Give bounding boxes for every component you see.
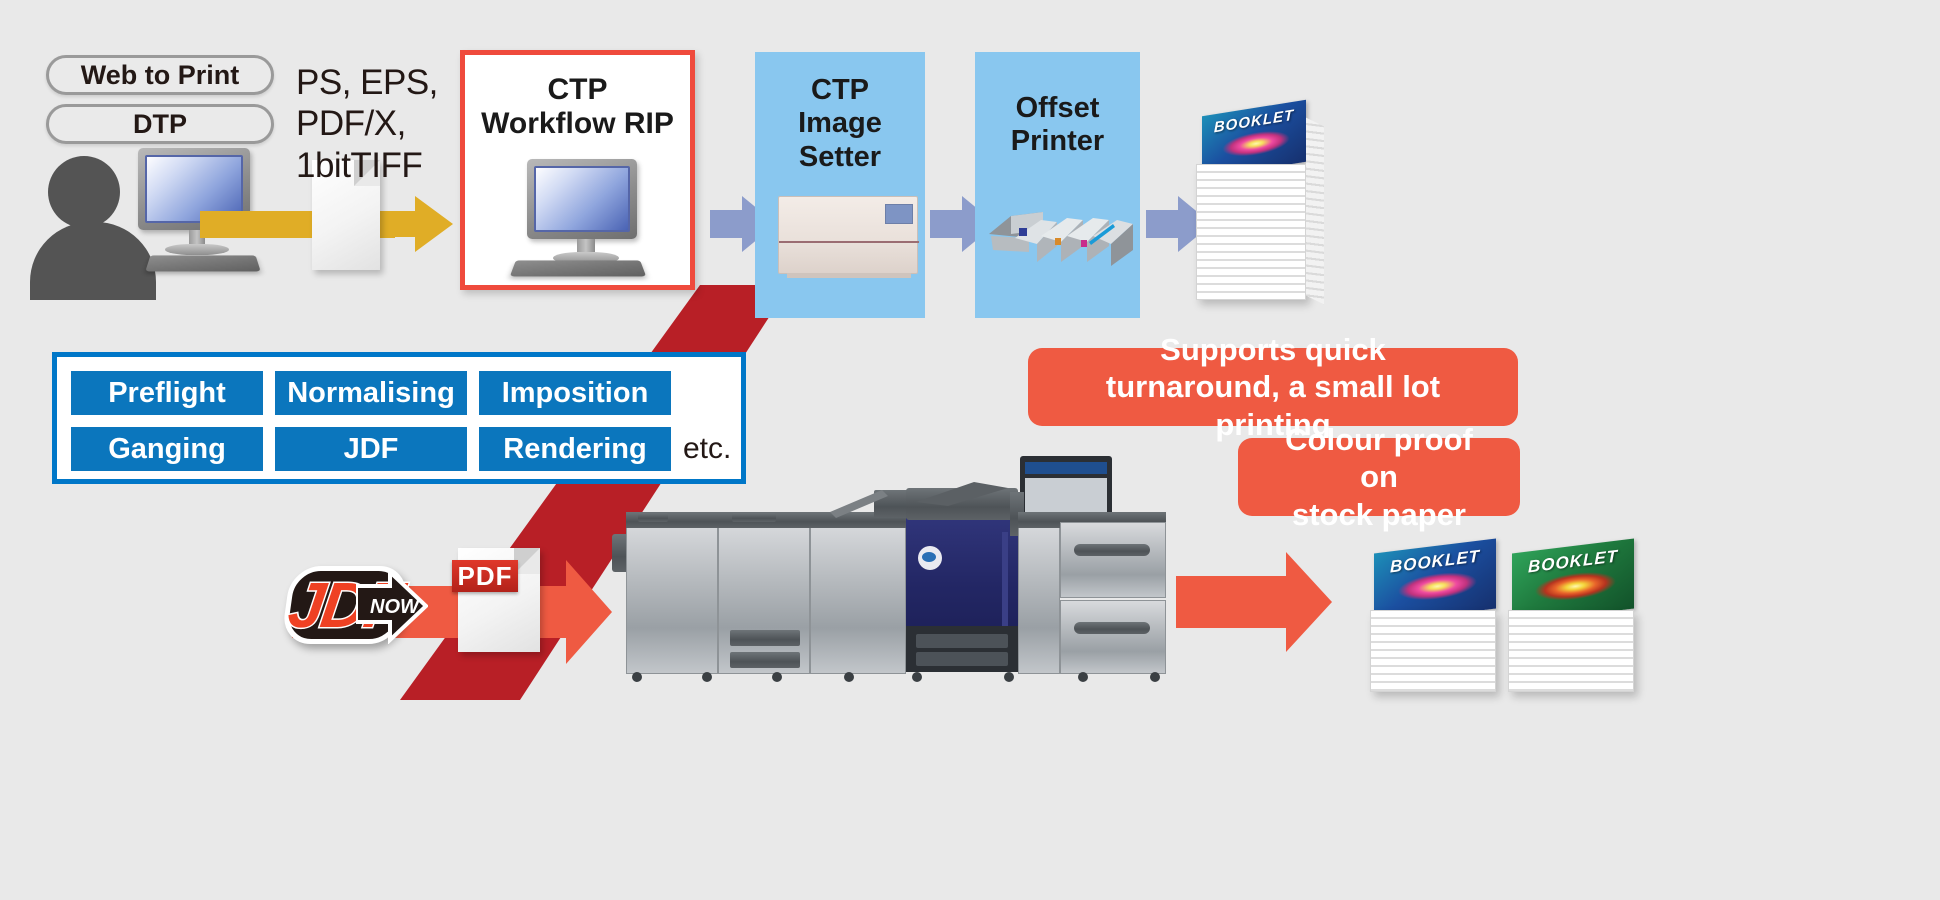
offset-title-line-2: Printer — [1010, 125, 1105, 158]
pdf-badge: PDF — [452, 560, 518, 592]
feature-ganging[interactable]: Ganging — [71, 427, 263, 471]
output-booklet-stack-blue: BOOKLET — [1370, 538, 1524, 696]
feature-preflight-label: Preflight — [108, 376, 226, 409]
operator-keyboard-icon — [145, 255, 261, 272]
booklet-edge-top — [1306, 117, 1324, 305]
callout-1-line-1: Supports quick — [1160, 332, 1386, 368]
jdf-logo-now-text: NOW — [370, 596, 419, 618]
digital-press-icon — [612, 450, 1172, 682]
stage-ctp-workflow-rip[interactable]: CTP Workflow RIP — [460, 50, 695, 290]
stage-ctp-workflow-rip-title: CTP Workflow RIP — [465, 55, 690, 140]
booklet-label-green: BOOKLET — [1527, 546, 1619, 577]
output-booklet-stack-green: BOOKLET — [1508, 538, 1662, 696]
feature-preflight[interactable]: Preflight — [71, 371, 263, 415]
feature-normalising[interactable]: Normalising — [275, 371, 467, 415]
feature-jdf[interactable]: JDF — [275, 427, 467, 471]
feature-jdf-label: JDF — [343, 432, 399, 465]
stage-ctp-image-setter-title: CTP Image Setter — [755, 52, 925, 174]
imagesetter-title-line-2: Image — [798, 107, 882, 140]
callout-colour-proof: Colour proof on stock paper — [1238, 422, 1520, 532]
stage-offset-printer[interactable]: Offset Printer — [975, 52, 1140, 318]
imagesetter-title-line-1: CTP — [811, 74, 869, 106]
callout-quick-turnaround: Supports quick turnaround, a small lot p… — [1028, 332, 1518, 442]
jdf-now-logo-icon: JDF NOW — [280, 548, 430, 658]
diagram-canvas: Web to Print DTP PS, EPS, PDF/X, 1bitTIF… — [0, 0, 1940, 900]
arrow-press-to-output — [1176, 552, 1336, 652]
stage-offset-printer-title: Offset Printer — [975, 52, 1140, 159]
pill-dtp[interactable]: DTP — [46, 104, 274, 144]
pill-dtp-label: DTP — [133, 108, 187, 139]
imagesetter-title-line-3: Setter — [798, 140, 882, 173]
booklet-sheets-blue — [1370, 610, 1496, 692]
callout-2-line-2: stock paper — [1291, 496, 1466, 532]
feature-normalising-label: Normalising — [287, 376, 455, 409]
formats-line-3: 1bitTIFF — [296, 145, 423, 185]
pdf-badge-label: PDF — [457, 560, 513, 591]
feature-imposition[interactable]: Imposition — [479, 371, 671, 415]
feature-imposition-label: Imposition — [501, 376, 649, 409]
formats-line-2: PDF/X, — [296, 104, 406, 144]
offset-press-icon — [989, 212, 1133, 266]
callout-2-line-1: Colour proof on — [1285, 422, 1473, 495]
offset-title-line-1: Offset — [1015, 92, 1100, 124]
rip-title-line-2: Workflow RIP — [481, 106, 674, 140]
formats-line-1: PS, EPS, — [296, 63, 438, 102]
pill-web-to-print-label: Web to Print — [80, 59, 240, 90]
pill-web-to-print[interactable]: Web to Print — [46, 55, 274, 95]
rip-keyboard-icon — [509, 260, 647, 277]
features-row-1: Preflight Normalising Imposition — [71, 371, 671, 415]
output-booklet-stack-top: BOOKLET — [1196, 99, 1326, 305]
booklet-label-top: BOOKLET — [1213, 106, 1295, 137]
booklet-sheets-green — [1508, 610, 1634, 692]
feature-ganging-label: Ganging — [108, 432, 226, 465]
booklet-label-blue: BOOKLET — [1389, 546, 1481, 577]
pdf-document-icon: PDF — [452, 548, 554, 658]
person-head-icon — [48, 156, 120, 228]
rip-title-line-1: CTP — [547, 73, 608, 106]
imagesetter-machine-icon — [778, 196, 919, 278]
rip-computer-icon — [527, 159, 645, 264]
formats-text: PS, EPS, PDF/X, 1bitTIFF — [296, 62, 476, 186]
booklet-sheets-top — [1196, 164, 1306, 300]
stage-ctp-image-setter[interactable]: CTP Image Setter — [755, 52, 925, 318]
